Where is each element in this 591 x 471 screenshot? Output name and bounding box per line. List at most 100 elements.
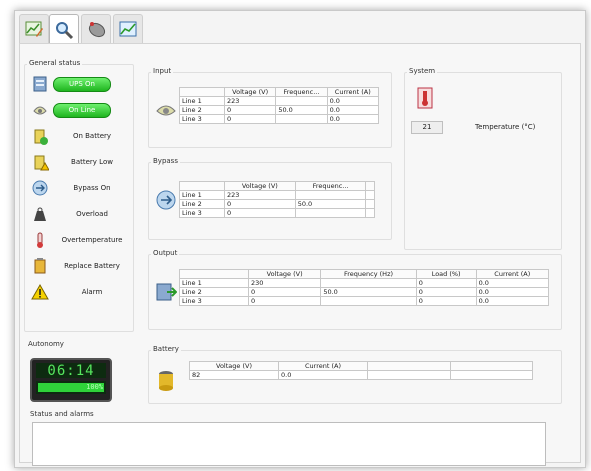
table-cell: Line 2 (179, 287, 249, 297)
tab-overview[interactable] (19, 14, 49, 43)
power-plug-icon (33, 106, 47, 115)
table-cell (294, 208, 367, 218)
status-alarm: Alarm (31, 281, 135, 303)
battery-table: Voltage (V) Current (A) 82 0.0 (189, 361, 533, 380)
table-cell: Line 3 (179, 114, 225, 124)
status-overtemperature: Overtemperature (31, 229, 135, 251)
autonomy-time: 06:14 (36, 363, 106, 379)
temperature-value: 21 (411, 121, 443, 134)
system-group: System 21 Temperature (°C) (404, 67, 562, 250)
thermometer-icon (417, 87, 433, 109)
mouse-icon (88, 22, 106, 38)
tab-graphs[interactable] (113, 14, 143, 43)
output-group: Output Voltage (V) Frequency (Hz) Load (… (148, 249, 562, 330)
column-header (179, 181, 225, 191)
status-battery-low: Battery Low (31, 151, 135, 173)
table-header: Voltage (V) Frequency (Hz) Load (%) Curr… (179, 269, 550, 279)
table-row: Line 3 0 (179, 208, 375, 218)
column-header: Current (A) (326, 87, 380, 97)
table-cell: 50.0 (294, 199, 367, 209)
table-cell: 0 (247, 296, 322, 306)
table-row: Line 3 0 0 0.0 (179, 296, 550, 306)
battery-check-icon (34, 129, 48, 145)
table-cell: 0 (223, 114, 277, 124)
table-cell: Line 2 (179, 199, 225, 209)
autonomy-display: 06:14 100% (30, 358, 112, 402)
output-table: Voltage (V) Frequency (Hz) Load (%) Curr… (179, 269, 550, 306)
table-row: Line 2 0 50.0 (179, 199, 375, 209)
system-title: System (407, 67, 438, 75)
column-header: Frequency (Hz) (320, 269, 417, 279)
status-alarms-log[interactable] (32, 422, 546, 466)
column-header (179, 87, 225, 97)
table-cell: 0 (415, 296, 477, 306)
table-header: Voltage (V) Frequenc... Current (A) (179, 87, 380, 97)
battery-group: Battery Voltage (V) Current (A) 82 0.0 (148, 345, 562, 404)
bypass-title: Bypass (151, 157, 180, 165)
table-cell (320, 278, 417, 288)
column-header: Frequenc... (294, 181, 367, 191)
table-header: Voltage (V) Frequenc... (179, 181, 375, 191)
table-cell: Line 1 (179, 278, 249, 288)
column-header: Voltage (V) (189, 361, 279, 371)
table-cell: 223 (223, 96, 277, 106)
status-alarms-title: Status and alarms (28, 410, 96, 418)
column-header: Frequenc... (275, 87, 328, 97)
battery-charge-percent: 100% (86, 383, 103, 391)
status-on-line: On Line (31, 99, 135, 121)
tab-status[interactable] (49, 14, 79, 45)
table-cell (320, 296, 417, 306)
column-header: Current (A) (475, 269, 550, 279)
tab-bar (15, 11, 585, 45)
bypass-icon (32, 180, 48, 196)
table-cell: 0 (224, 199, 296, 209)
status-panel: General status UPS On On Line On Battery… (19, 43, 581, 466)
table-cell: 82 (189, 370, 279, 380)
column-header (367, 361, 451, 371)
output-title: Output (151, 249, 180, 257)
table-cell (367, 370, 451, 380)
thermometer-icon (37, 232, 43, 248)
battery-title: Battery (151, 345, 181, 353)
table-cell (365, 208, 375, 218)
table-row: Line 1 223 0.0 (179, 96, 380, 106)
bypass-on-label: Bypass On (73, 184, 111, 192)
bypass-table: Voltage (V) Frequenc... Line 1 223 Line … (179, 181, 375, 218)
status-replace-battery: Replace Battery (31, 255, 135, 277)
input-table: Voltage (V) Frequenc... Current (A) Line… (179, 87, 380, 124)
table-cell: Line 1 (179, 190, 225, 200)
table-cell: Line 2 (179, 105, 225, 115)
replace-battery-label: Replace Battery (64, 262, 120, 270)
table-cell: 50.0 (320, 287, 417, 297)
bypass-group: Bypass Voltage (V) Frequenc... Line 1 22… (148, 157, 392, 240)
table-cell (449, 370, 533, 380)
table-header: Voltage (V) Current (A) (189, 361, 533, 371)
ups-output-icon (156, 283, 177, 301)
table-cell: 0.0 (475, 287, 550, 297)
weight-icon (34, 207, 46, 221)
status-overload: Overload (31, 203, 135, 225)
table-cell: 0 (247, 287, 322, 297)
battery-warning-icon (34, 155, 49, 171)
autonomy-title: Autonomy (26, 340, 66, 348)
column-header: Current (A) (278, 361, 368, 371)
table-cell (365, 190, 375, 200)
column-header: Voltage (V) (223, 87, 277, 97)
table-cell: 0 (224, 208, 296, 218)
table-cell (275, 114, 328, 124)
overload-label: Overload (76, 210, 108, 218)
ups-server-icon (33, 76, 47, 92)
status-ups-on: UPS On (31, 73, 135, 95)
tab-settings[interactable] (81, 14, 111, 43)
table-cell (294, 190, 367, 200)
input-title: Input (151, 67, 174, 75)
table-row: Line 2 0 50.0 0.0 (179, 105, 380, 115)
table-cell: 0.0 (326, 96, 380, 106)
table-cell: Line 3 (179, 208, 225, 218)
graph-icon (119, 21, 137, 37)
table-cell: 223 (224, 190, 296, 200)
column-header (365, 181, 375, 191)
table-row: Line 1 223 (179, 190, 375, 200)
column-header (449, 361, 533, 371)
status-on-battery: On Battery (31, 125, 135, 147)
